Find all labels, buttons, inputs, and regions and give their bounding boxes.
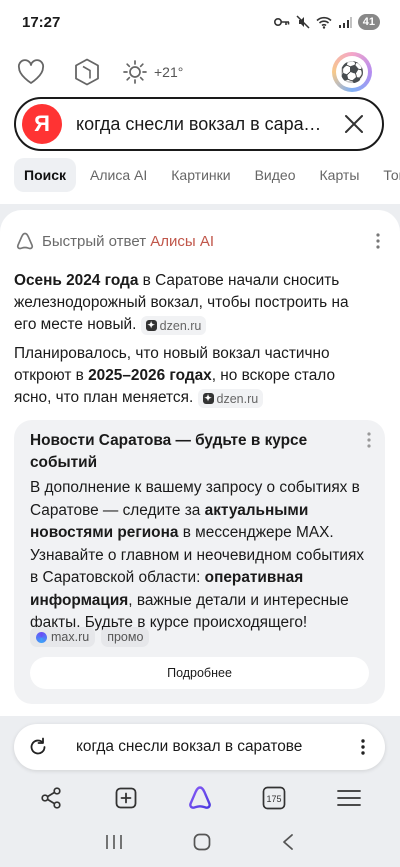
- search-input[interactable]: Я когда снесли вокзал в сарат…: [14, 97, 384, 151]
- dzen-icon: ✦: [202, 393, 214, 404]
- max-icon: [36, 631, 47, 643]
- soccer-ball-icon: ⚽: [336, 56, 368, 88]
- alice-ai-label: Алисы AI: [150, 232, 214, 250]
- promo-source-tag[interactable]: max.ru: [30, 627, 96, 647]
- clear-icon[interactable]: [332, 102, 376, 146]
- bottom-search-query[interactable]: когда снесли вокзал в саратове: [76, 738, 355, 756]
- source-label: dzen.ru: [159, 318, 202, 333]
- status-icons: 41: [273, 14, 380, 30]
- tab-goods[interactable]: Тов: [373, 158, 400, 192]
- promo-card[interactable]: Новости Саратова — будьте в курсе событи…: [14, 420, 385, 704]
- promo-source-label: max.ru: [51, 630, 90, 644]
- browser-toolbar: 175: [0, 776, 400, 820]
- answer-bold-years: 2025–2026 годах: [88, 367, 212, 384]
- weather-widget[interactable]: +21°: [122, 59, 183, 85]
- refresh-icon[interactable]: [28, 737, 48, 757]
- tab-maps[interactable]: Карты: [310, 158, 370, 192]
- quick-answer-header: Быстрый ответ Алисы AI: [14, 230, 386, 252]
- bottom-more-options-icon[interactable]: [355, 739, 371, 755]
- search-header: +21° ⚽ Я когда снесли вокзал в сарат… По…: [0, 44, 400, 204]
- promo-label-tag: промо: [101, 627, 150, 647]
- search-tabs: Поиск Алиса AI Картинки Видео Карты Тов: [14, 157, 400, 193]
- bottom-search-bar[interactable]: когда снесли вокзал в саратове: [14, 724, 385, 770]
- battery-indicator: 41: [357, 14, 380, 30]
- yandex-logo[interactable]: Я: [22, 104, 62, 144]
- tab-video[interactable]: Видео: [245, 158, 306, 192]
- clock: 17:27: [22, 13, 61, 31]
- wifi-icon: [316, 16, 332, 29]
- quick-answer-card: Быстрый ответ Алисы AI Осень 2024 года в…: [0, 210, 400, 716]
- promo-body: В дополнение к вашему запросу о событиях…: [30, 477, 375, 635]
- source-label: dzen.ru: [216, 391, 259, 406]
- details-button[interactable]: Подробнее: [30, 657, 369, 689]
- services-hexagon-icon[interactable]: [72, 57, 102, 87]
- source-link[interactable]: ✦ dzen.ru: [197, 389, 264, 408]
- promo-text-a: В дополнение к вашему запросу о событиях…: [30, 479, 360, 519]
- signal-icon: [338, 16, 352, 28]
- alice-icon: [16, 232, 34, 250]
- tab-images[interactable]: Картинки: [161, 158, 240, 192]
- answer-paragraph-2: Планировалось, что новый вокзал частично…: [14, 343, 374, 409]
- system-navigation-bar: [0, 821, 400, 867]
- alice-assistant-icon[interactable]: [178, 776, 222, 820]
- sun-icon: [123, 60, 147, 84]
- menu-icon[interactable]: [327, 776, 371, 820]
- promo-tags: max.ru промо: [30, 627, 150, 647]
- promo-more-options-icon[interactable]: [367, 432, 371, 453]
- new-tab-icon[interactable]: [104, 776, 148, 820]
- more-options-icon[interactable]: [370, 230, 386, 252]
- top-icons-row: +21° ⚽: [16, 50, 386, 94]
- recent-apps-icon[interactable]: [105, 834, 123, 855]
- source-link[interactable]: ✦ dzen.ru: [140, 316, 207, 335]
- heart-icon[interactable]: [16, 57, 46, 87]
- share-icon[interactable]: [29, 776, 73, 820]
- tabs-counter-icon[interactable]: 175: [252, 776, 296, 820]
- back-icon[interactable]: [281, 833, 295, 856]
- tab-search[interactable]: Поиск: [14, 158, 77, 192]
- home-icon[interactable]: [193, 833, 211, 856]
- key-icon: [273, 18, 290, 26]
- answer-paragraph-1: Осень 2024 года в Саратове начали сносит…: [14, 270, 374, 336]
- temperature: +21°: [154, 64, 184, 80]
- mute-icon: [296, 15, 310, 29]
- dzen-icon: ✦: [145, 320, 157, 331]
- promo-title[interactable]: Новости Саратова — будьте в курсе событи…: [30, 430, 330, 474]
- search-query-text[interactable]: когда снесли вокзал в сарат…: [76, 114, 332, 135]
- answer-bold-date: Осень 2024 года: [14, 272, 139, 289]
- status-bar: 17:27 41: [0, 0, 400, 44]
- quick-answer-title: Быстрый ответ Алисы AI: [42, 233, 214, 250]
- tabs-count: 175: [267, 794, 282, 804]
- avatar[interactable]: ⚽: [332, 52, 372, 92]
- quick-answer-title-prefix: Быстрый ответ: [42, 232, 151, 250]
- tab-alice-ai[interactable]: Алиса AI: [80, 158, 157, 192]
